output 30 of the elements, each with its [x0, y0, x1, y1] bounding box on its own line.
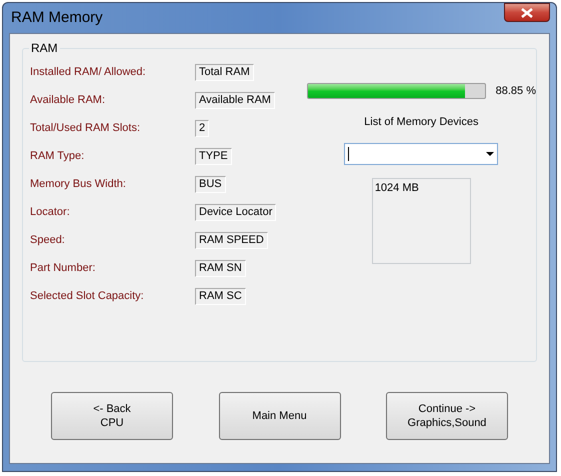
field-label: Part Number:	[30, 260, 96, 276]
field-label: Memory Bus Width:	[30, 176, 127, 192]
field-label: Installed RAM/ Allowed:	[30, 64, 147, 80]
window-title: RAM Memory	[10, 8, 103, 28]
field-label: RAM Type:	[30, 148, 86, 164]
nav-button[interactable]: Continue -> Graphics,Sound	[386, 392, 508, 440]
field-value: RAM SN	[195, 260, 246, 276]
field-label: Speed:	[30, 232, 66, 248]
dropdown-arrow-icon	[486, 152, 494, 156]
field-value: RAM SC	[195, 288, 246, 304]
close-icon	[521, 8, 533, 18]
field-value: Device Locator	[195, 204, 276, 220]
field-value: RAM SPEED	[195, 232, 268, 248]
field-label: Locator:	[30, 204, 71, 220]
field-label: Available RAM:	[30, 92, 106, 108]
nav-button[interactable]: <- Back CPU	[51, 392, 173, 440]
field-value: Available RAM	[195, 92, 275, 108]
nav-button[interactable]: Main Menu	[218, 392, 340, 440]
progress-reading: 88.85 %	[496, 84, 536, 99]
field-value: TYPE	[195, 148, 232, 164]
field-value: BUS	[195, 176, 226, 192]
field-value: Total RAM	[195, 64, 254, 80]
list-item[interactable]: 1024 MB	[374, 180, 468, 196]
field-value: 2	[195, 120, 210, 136]
text-cursor	[348, 147, 350, 161]
field-label: Selected Slot Capacity:	[30, 288, 145, 304]
device-list-box[interactable]: 1024 MB	[372, 178, 471, 264]
field-label: Total/Used RAM Slots:	[30, 120, 142, 136]
close-button[interactable]	[504, 3, 550, 22]
devices-label: List of Memory Devices	[364, 114, 478, 130]
